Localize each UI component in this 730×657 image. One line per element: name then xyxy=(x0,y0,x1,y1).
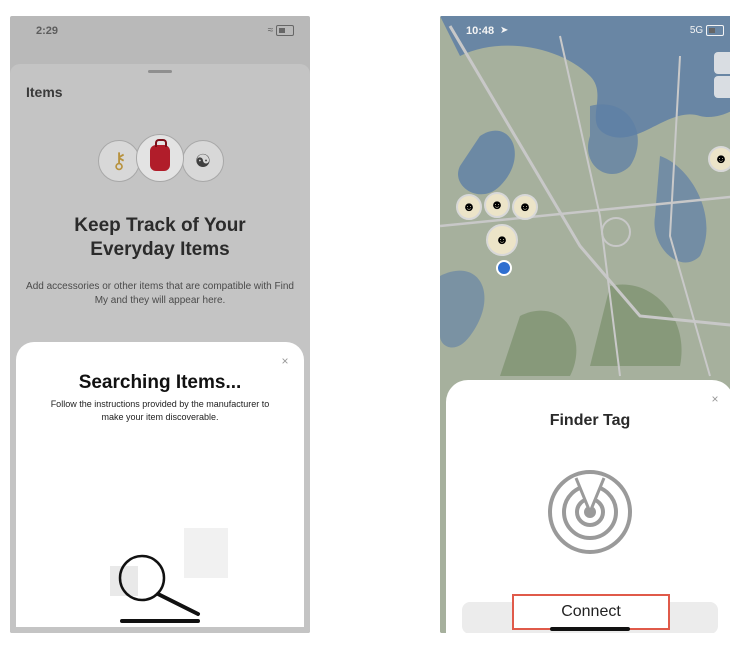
status-time: 2:29 xyxy=(36,25,59,37)
finder-tag-sheet: × Finder Tag Connect xyxy=(446,380,730,633)
battery-icon xyxy=(276,25,294,36)
connect-button[interactable]: Connect xyxy=(512,594,670,630)
map-pin[interactable]: ☻ xyxy=(512,194,538,220)
home-indicator[interactable] xyxy=(120,619,200,623)
location-arrow-icon: ➤ xyxy=(500,25,509,36)
heading-line-2: Everyday Items xyxy=(90,239,230,260)
key-icon: ⚷ xyxy=(110,148,128,173)
magnifier-icon xyxy=(118,554,200,616)
location-button[interactable] xyxy=(714,76,730,98)
map-pin[interactable]: ☻ xyxy=(486,224,518,256)
status-time: 10:48 xyxy=(466,25,495,37)
current-location-dot xyxy=(496,260,512,276)
map-mode-button[interactable] xyxy=(714,52,730,74)
home-indicator[interactable] xyxy=(550,627,630,631)
status-icons: 5G xyxy=(690,25,724,36)
status-bar: 10:48 ➤ 5G xyxy=(440,16,730,48)
wifi-icon: ≈ xyxy=(267,25,274,37)
items-description: Add accessories or other items that are … xyxy=(26,281,294,306)
page-heading: Keep Track of Your Everyday Items xyxy=(10,214,310,262)
finder-tag-title: Finder Tag xyxy=(549,412,631,429)
status-bar: 2:29 ≈ xyxy=(10,16,310,48)
backpack-icon xyxy=(150,139,170,171)
status-icons: ≈ xyxy=(268,25,294,36)
sheet-grabber[interactable] xyxy=(148,70,172,73)
status-network: 5G xyxy=(689,25,704,37)
battery-icon xyxy=(706,25,724,36)
close-icon[interactable]: × xyxy=(708,392,722,406)
backpack-bubble xyxy=(136,134,184,182)
items-title: Items xyxy=(26,84,63,100)
close-icon[interactable]: × xyxy=(278,354,292,368)
map-pin[interactable]: ☻ xyxy=(484,192,510,218)
key-bubble: ⚷ xyxy=(98,140,140,182)
phone-screen-searching: 2:29 ≈ Items ⚷ ☯ Keep Track of Your Ever… xyxy=(10,16,310,633)
searching-sheet: × Searching Items... Follow the instruct… xyxy=(16,342,304,627)
phone-screen-connect: 10:48 ➤ 5G ☻ ☻ ☻ ☻ ☻ × Finder Tag Connec… xyxy=(440,16,730,633)
map-pin[interactable]: ☻ xyxy=(708,146,730,172)
map-pin[interactable]: ☻ xyxy=(456,194,482,220)
radar-icon xyxy=(548,470,632,554)
searching-title: Searching Items... xyxy=(78,372,242,393)
heading-line-1: Keep Track of Your xyxy=(74,215,246,236)
searching-description: Follow the instructions provided by the … xyxy=(50,399,270,422)
bike-bubble: ☯ xyxy=(182,140,224,182)
bicycle-icon: ☯ xyxy=(194,150,212,171)
